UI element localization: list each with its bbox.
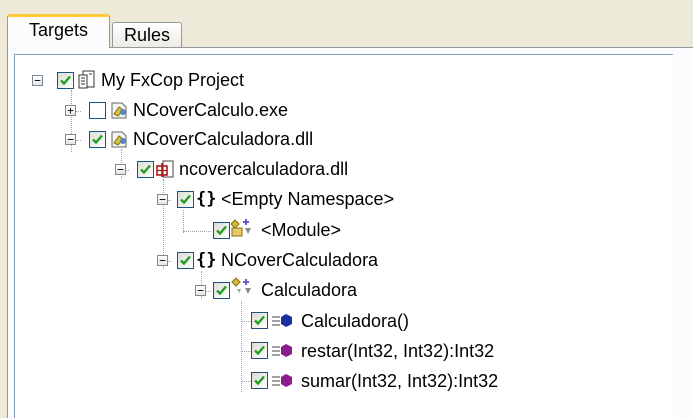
tree-node-label[interactable]: <Module>: [261, 219, 341, 241]
class-icon: [231, 277, 251, 297]
tree-node-label[interactable]: NCoverCalculadora: [221, 249, 378, 271]
tree-node-label[interactable]: NCoverCalculadora.dll: [133, 128, 313, 150]
method-icon: [271, 341, 292, 361]
tab-targets[interactable]: Targets: [7, 14, 110, 48]
constructor-icon: [271, 311, 292, 331]
namespace-icon: {}: [196, 189, 217, 209]
method-icon: [271, 371, 292, 391]
checkbox-ncovercalculo[interactable]: [89, 102, 106, 119]
module-class-icon: [230, 218, 251, 238]
tab-content: − My FxCop Project + NCoverCalculo.exe −…: [7, 47, 693, 418]
collapse-button[interactable]: −: [157, 255, 168, 266]
assembly-icon: [109, 100, 129, 120]
checkbox-module-file[interactable]: [137, 161, 154, 178]
tree-node-label[interactable]: sumar(Int32, Int32):Int32: [301, 370, 498, 392]
assembly-icon: [109, 129, 129, 149]
checkbox-restar[interactable]: [251, 342, 268, 359]
tab-rules[interactable]: Rules: [112, 22, 182, 47]
tree-node-label[interactable]: NCoverCalculo.exe: [133, 99, 288, 121]
tree-node-label[interactable]: Calculadora: [261, 279, 357, 301]
checkbox-calculadora-class[interactable]: [213, 282, 230, 299]
targets-tree[interactable]: − My FxCop Project + NCoverCalculo.exe −…: [14, 54, 673, 418]
tree-node-label[interactable]: My FxCop Project: [101, 69, 244, 91]
tree-node-label[interactable]: Calculadora(): [301, 310, 409, 332]
project-icon: [77, 70, 97, 90]
checkbox-ncovercalculadora-namespace[interactable]: [177, 252, 194, 269]
collapse-button[interactable]: −: [65, 134, 76, 145]
checkbox-ncovercalculadora[interactable]: [89, 131, 106, 148]
collapse-button[interactable]: −: [32, 75, 43, 86]
expand-button[interactable]: +: [65, 105, 76, 116]
checkbox-module[interactable]: [213, 222, 230, 239]
tree-node-label[interactable]: restar(Int32, Int32):Int32: [301, 340, 494, 362]
collapse-button[interactable]: −: [157, 194, 168, 205]
checkbox-constructor[interactable]: [251, 312, 268, 329]
tab-targets-label: Targets: [28, 20, 89, 40]
tab-rules-label: Rules: [123, 24, 171, 45]
targets-panel: Rules Targets − My FxCop Project + NCove…: [0, 0, 693, 418]
checkbox-sumar[interactable]: [251, 372, 268, 389]
tree-node-label[interactable]: <Empty Namespace>: [221, 188, 394, 210]
checkbox-empty-namespace[interactable]: [177, 191, 194, 208]
tree-node-label[interactable]: ncovercalculadora.dll: [179, 158, 348, 180]
module-file-icon: [155, 159, 175, 179]
collapse-button[interactable]: −: [115, 164, 126, 175]
collapse-button[interactable]: −: [195, 285, 206, 296]
namespace-icon: {}: [196, 250, 217, 270]
checkbox-project[interactable]: [57, 72, 74, 89]
